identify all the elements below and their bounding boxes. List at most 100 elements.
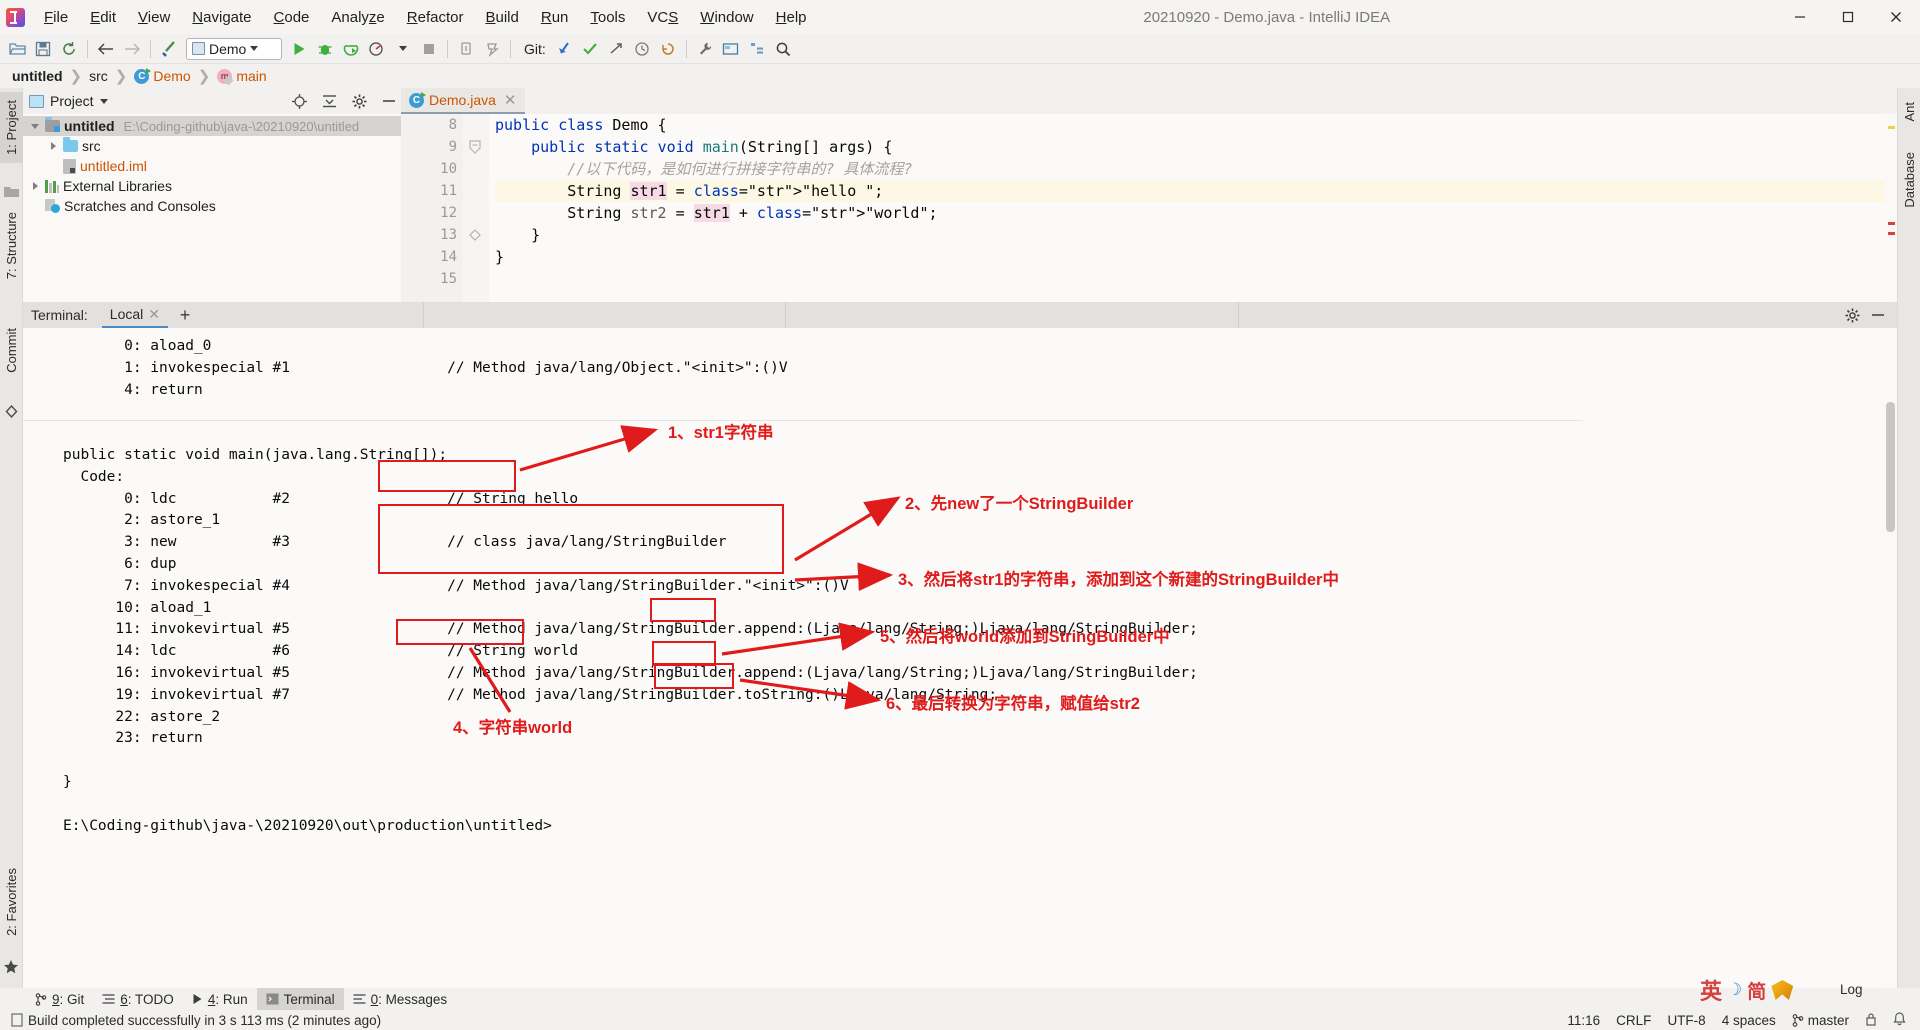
code-editor[interactable]: 8 9 10 11 12 13 14 15 public class Demo { publi… bbox=[401, 114, 1897, 302]
gear-icon[interactable] bbox=[347, 89, 371, 113]
menu-run[interactable]: Run bbox=[530, 5, 580, 30]
build-hammer-icon[interactable] bbox=[156, 36, 182, 62]
tree-item-external-libraries[interactable]: External Libraries bbox=[23, 176, 401, 196]
code-folding-column[interactable] bbox=[463, 114, 489, 302]
log-label[interactable]: Log bbox=[1840, 982, 1863, 997]
stop-button[interactable] bbox=[416, 36, 442, 62]
sidebar-item-structure[interactable]: 7: Structure bbox=[0, 204, 23, 287]
line-number[interactable]: 13 bbox=[401, 224, 463, 246]
navigate-forward-icon[interactable] bbox=[119, 36, 145, 62]
terminal-tab-local[interactable]: Local ✕ bbox=[101, 302, 168, 328]
sidebar-item-favorites[interactable]: 2: Favorites bbox=[0, 860, 23, 944]
vcs-rollback-icon[interactable] bbox=[655, 36, 681, 62]
menu-analyze[interactable]: Analyze bbox=[320, 5, 395, 30]
line-number[interactable]: 11 bbox=[401, 180, 463, 202]
ime-ribbon-icon[interactable] bbox=[1771, 980, 1794, 1000]
line-number[interactable]: 14 bbox=[401, 246, 463, 268]
reload-from-disk-icon[interactable] bbox=[56, 36, 82, 62]
close-icon[interactable]: ✕ bbox=[504, 91, 517, 109]
terminal-output[interactable]: 0: aload_0 1: invokespecial #1 // Method… bbox=[23, 328, 1897, 988]
settings-wrench-icon[interactable] bbox=[692, 36, 718, 62]
search-everywhere-icon[interactable] bbox=[770, 36, 796, 62]
read-only-lock-icon[interactable] bbox=[1857, 1012, 1885, 1029]
sidebar-item-commit[interactable]: Commit bbox=[0, 320, 23, 381]
menu-file[interactable]: File bbox=[33, 5, 79, 30]
notifications-icon[interactable] bbox=[1885, 1011, 1914, 1029]
code-text[interactable]: public class Demo { public static void m… bbox=[489, 114, 1897, 302]
menu-build[interactable]: Build bbox=[474, 5, 529, 30]
close-button[interactable] bbox=[1872, 0, 1920, 34]
breadcrumb-item-src[interactable]: src bbox=[85, 67, 112, 85]
gear-icon[interactable] bbox=[1839, 302, 1865, 328]
chevron-down-icon[interactable] bbox=[390, 36, 416, 62]
run-with-coverage-button[interactable] bbox=[338, 36, 364, 62]
chevron-right-icon[interactable] bbox=[29, 182, 41, 190]
sidebar-item-database[interactable]: Database bbox=[1898, 144, 1920, 216]
menu-window[interactable]: Window bbox=[689, 5, 764, 30]
open-folder-icon[interactable] bbox=[4, 36, 30, 62]
maximize-button[interactable] bbox=[1824, 0, 1872, 34]
chevron-right-icon[interactable] bbox=[47, 142, 59, 150]
profile-button[interactable] bbox=[364, 36, 390, 62]
line-separator-indicator[interactable]: CRLF bbox=[1608, 1013, 1659, 1028]
scroll-from-source-icon[interactable] bbox=[287, 89, 311, 113]
run-configuration-selector[interactable]: Demo bbox=[186, 37, 282, 60]
tree-item-scratches-and-consoles[interactable]: Scratches and Consoles bbox=[23, 196, 401, 216]
encoding-indicator[interactable]: UTF-8 bbox=[1659, 1013, 1713, 1028]
fold-marker[interactable] bbox=[463, 136, 489, 158]
bottom-tab-terminal[interactable]: Terminal bbox=[256, 988, 344, 1010]
code-line[interactable]: //以下代码，是如何进行拼接字符串的? 具体流程? bbox=[495, 158, 1897, 180]
hide-panel-icon[interactable] bbox=[1865, 302, 1891, 328]
line-number[interactable]: 10 bbox=[401, 158, 463, 180]
line-number[interactable]: 12 bbox=[401, 202, 463, 224]
breadcrumb-item-demo[interactable]: C Demo bbox=[130, 67, 194, 85]
chevron-down-icon[interactable] bbox=[99, 98, 108, 104]
minimize-button[interactable] bbox=[1776, 0, 1824, 34]
vcs-push-icon[interactable] bbox=[603, 36, 629, 62]
chevron-down-icon[interactable] bbox=[29, 123, 41, 129]
menu-tools[interactable]: Tools bbox=[579, 5, 636, 30]
breadcrumb-item-untitled[interactable]: untitled bbox=[8, 67, 67, 85]
line-number-gutter[interactable]: 8 9 10 11 12 13 14 15 bbox=[401, 114, 477, 302]
tree-item-src[interactable]: src bbox=[23, 136, 401, 156]
code-line[interactable]: } bbox=[495, 224, 1897, 246]
code-line[interactable]: public class Demo { bbox=[495, 114, 1897, 136]
bottom-tab-9-git[interactable]: 9: Git bbox=[26, 988, 93, 1010]
breadcrumb-item-main[interactable]: m main bbox=[213, 67, 270, 85]
code-line[interactable]: String str1 = class="str">"hello "; bbox=[495, 180, 1897, 202]
navigate-back-icon[interactable] bbox=[93, 36, 119, 62]
git-branch-indicator[interactable]: master bbox=[1784, 1013, 1857, 1028]
sidebar-item-project[interactable]: 1: Project bbox=[0, 92, 23, 163]
collapse-all-icon[interactable] bbox=[317, 89, 341, 113]
hotswap-icon[interactable] bbox=[479, 36, 505, 62]
tree-item-untitled[interactable]: untitled E:\Coding-github\java-\20210920\… bbox=[23, 116, 401, 136]
bottom-tab-6-todo[interactable]: 6: TODO bbox=[93, 988, 183, 1010]
editor-tab-demo-java[interactable]: C Demo.java ✕ bbox=[401, 88, 525, 114]
menu-refactor[interactable]: Refactor bbox=[396, 5, 475, 30]
bottom-tab-0-messages[interactable]: 0: Messages bbox=[344, 988, 457, 1010]
menu-view[interactable]: View bbox=[127, 5, 181, 30]
ime-mode-label[interactable]: 简 bbox=[1747, 977, 1766, 1004]
menu-navigate[interactable]: Navigate bbox=[181, 5, 262, 30]
save-all-icon[interactable] bbox=[30, 36, 56, 62]
indent-indicator[interactable]: 4 spaces bbox=[1714, 1013, 1784, 1028]
code-line[interactable] bbox=[495, 268, 1897, 290]
menu-vcs[interactable]: VCS bbox=[636, 5, 689, 30]
scrollbar-thumb[interactable] bbox=[1886, 402, 1895, 532]
code-line[interactable]: } bbox=[495, 246, 1897, 268]
structure-icon[interactable] bbox=[744, 36, 770, 62]
code-line[interactable]: String str2 = str1 + class="str">"world"… bbox=[495, 202, 1897, 224]
run-button[interactable] bbox=[286, 36, 312, 62]
vcs-history-icon[interactable] bbox=[629, 36, 655, 62]
debug-button[interactable] bbox=[312, 36, 338, 62]
sidebar-item-ant[interactable]: Ant bbox=[1898, 94, 1920, 130]
hide-panel-icon[interactable] bbox=[377, 89, 401, 113]
line-number[interactable]: 8 bbox=[401, 114, 477, 136]
ime-status-widget[interactable]: 英 ☽ 简 bbox=[1700, 975, 1830, 1005]
vcs-update-icon[interactable] bbox=[551, 36, 577, 62]
close-icon[interactable]: ✕ bbox=[148, 306, 160, 323]
menu-code[interactable]: Code bbox=[263, 5, 321, 30]
plugins-icon[interactable] bbox=[718, 36, 744, 62]
editor-error-stripe[interactable] bbox=[1885, 114, 1897, 302]
vcs-commit-check-icon[interactable] bbox=[577, 36, 603, 62]
